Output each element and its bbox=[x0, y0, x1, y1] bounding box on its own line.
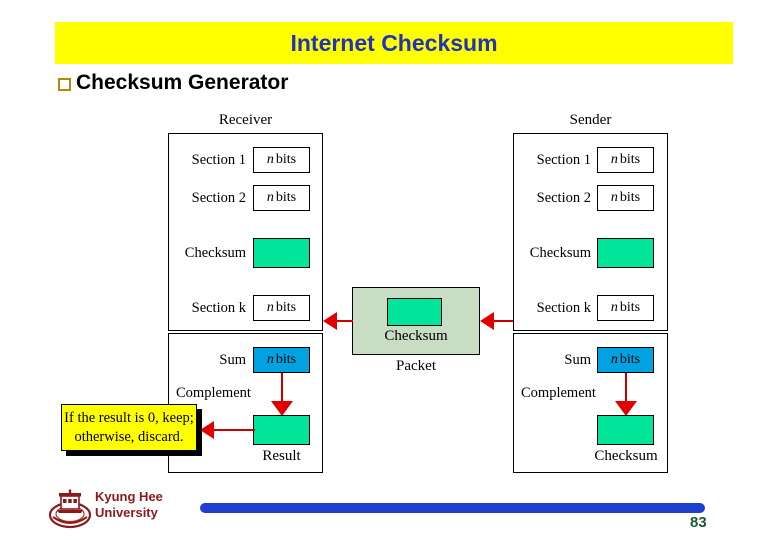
sender-nbits-text-k: bits bbox=[619, 300, 641, 315]
receiver-nbits-box-section-1: n bits bbox=[253, 147, 310, 173]
nbits-italic-n: n bbox=[610, 352, 618, 367]
sender-sum-label: Sum bbox=[564, 352, 591, 368]
callout-arrow-left-icon bbox=[200, 421, 214, 439]
sender-row-label-checksum: Checksum bbox=[529, 245, 591, 261]
receiver-complement-arrow-down-icon bbox=[271, 401, 293, 416]
receiver-nbits-text-1: bits bbox=[275, 152, 297, 167]
receiver-title: Receiver bbox=[218, 112, 273, 128]
nbits-italic-n: n bbox=[610, 190, 618, 205]
footer-divider-bar bbox=[200, 503, 705, 513]
checksum-generator-diagram: Receiver Section 1 n bits Section 2 n bits… bbox=[0, 0, 780, 540]
packet-checksum-green-box bbox=[387, 298, 442, 326]
packet-to-receiver-line bbox=[337, 320, 353, 322]
callout-box: If the result is 0, keep; otherwise, dis… bbox=[61, 404, 197, 451]
sender-result-caption: Checksum bbox=[594, 448, 658, 464]
sender-nbits-text-1: bits bbox=[619, 152, 641, 167]
sender-nbits-box-section-2: n bits bbox=[597, 185, 654, 211]
receiver-complement-label: Complement bbox=[176, 385, 251, 401]
receiver-row-label-section-2: Section 2 bbox=[191, 190, 246, 206]
callout-line-1: If the result is 0, keep; bbox=[64, 410, 194, 427]
sender-nbits-text-2: bits bbox=[619, 190, 641, 205]
receiver-nbits-box-section-2: n bits bbox=[253, 185, 310, 211]
callout-connector-line bbox=[213, 429, 255, 431]
receiver-sum-label: Sum bbox=[219, 352, 246, 368]
sender-nbits-box-section-1: n bits bbox=[597, 147, 654, 173]
receiver-checksum-green-box bbox=[253, 238, 310, 268]
sender-sum-blue-box: n bits bbox=[597, 347, 654, 373]
packet-to-receiver-arrow-left-icon bbox=[323, 312, 337, 330]
nbits-italic-n: n bbox=[266, 152, 274, 167]
receiver-result-green-box bbox=[253, 415, 310, 445]
receiver-nbits-box-section-k: n bits bbox=[253, 295, 310, 321]
receiver-sum-blue-box: n bits bbox=[253, 347, 310, 373]
sender-row-label-section-2: Section 2 bbox=[536, 190, 591, 206]
page-number: 83 bbox=[690, 514, 707, 531]
sender-complement-arrow-down-icon bbox=[615, 401, 637, 416]
nbits-italic-n: n bbox=[266, 300, 274, 315]
footer-university-line-2: University bbox=[95, 505, 158, 520]
packet-box: Checksum bbox=[352, 287, 480, 355]
sender-complement-label: Complement bbox=[521, 385, 596, 401]
kyung-hee-crest-icon bbox=[48, 489, 92, 531]
sender-sum-nbits-text: bits bbox=[619, 352, 641, 367]
receiver-nbits-text-2: bits bbox=[275, 190, 297, 205]
sender-row-label-section-1: Section 1 bbox=[536, 152, 591, 168]
packet-inner-label: Checksum bbox=[384, 328, 448, 344]
sender-checksum-result-green-box bbox=[597, 415, 654, 445]
receiver-result-caption: Result bbox=[262, 448, 301, 464]
nbits-italic-n: n bbox=[610, 300, 618, 315]
receiver-nbits-text-k: bits bbox=[275, 300, 297, 315]
sender-to-packet-arrow-left-icon bbox=[480, 312, 494, 330]
footer-university-name: Kyung Hee University bbox=[95, 489, 163, 521]
sender-title: Sender bbox=[569, 112, 612, 128]
sender-to-packet-line bbox=[494, 320, 514, 322]
slide-canvas: Internet Checksum Checksum Generator Rec… bbox=[0, 0, 780, 540]
receiver-row-label-section-1: Section 1 bbox=[191, 152, 246, 168]
receiver-sum-nbits-text: bits bbox=[275, 352, 297, 367]
packet-caption: Packet bbox=[396, 358, 436, 374]
nbits-italic-n: n bbox=[610, 152, 618, 167]
receiver-row-label-checksum: Checksum bbox=[184, 245, 246, 261]
receiver-row-label-section-k: Section k bbox=[191, 300, 246, 316]
callout-line-2: otherwise, discard. bbox=[74, 428, 184, 445]
footer-university-line-1: Kyung Hee bbox=[95, 489, 163, 504]
sender-nbits-box-section-k: n bits bbox=[597, 295, 654, 321]
nbits-italic-n: n bbox=[266, 190, 274, 205]
nbits-italic-n: n bbox=[266, 352, 274, 367]
sender-checksum-green-box bbox=[597, 238, 654, 268]
sender-row-label-section-k: Section k bbox=[536, 300, 591, 316]
